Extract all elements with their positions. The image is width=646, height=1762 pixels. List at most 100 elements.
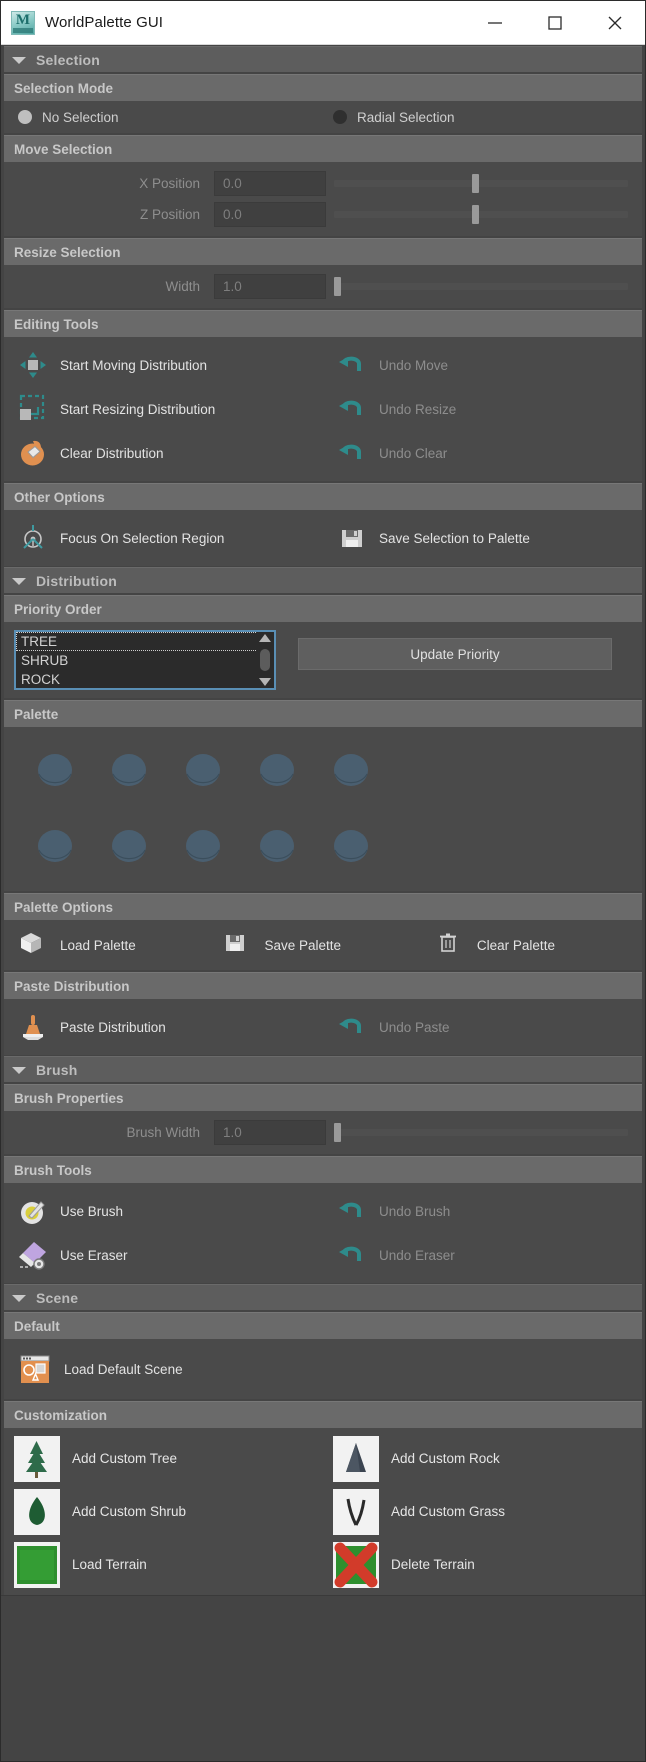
palette-swatch[interactable] [255, 749, 299, 793]
x-position-slider-knob[interactable] [472, 174, 480, 193]
terrain-thumbnail [14, 1541, 60, 1588]
z-position-slider[interactable] [334, 202, 628, 227]
brush-width-input[interactable]: 1.0 [214, 1120, 326, 1145]
undo-arrow-icon [337, 394, 367, 424]
priority-order-listbox[interactable]: TREE SHRUB ROCK [14, 630, 276, 690]
undo-eraser-label: Undo Eraser [379, 1247, 455, 1263]
radio-no-selection[interactable]: No Selection [18, 110, 119, 125]
customization-row-1: Add Custom Tree Add Custom Rock [4, 1432, 642, 1485]
use-eraser-button[interactable]: Use Eraser [4, 1233, 128, 1277]
palette-swatch[interactable] [181, 825, 225, 869]
width-slider-knob[interactable] [334, 277, 341, 296]
x-position-slider[interactable] [334, 171, 628, 196]
x-position-input[interactable]: 0.0 [214, 171, 326, 196]
scroll-up-arrow-icon[interactable] [259, 634, 271, 642]
load-palette-button[interactable]: Load Palette [4, 926, 216, 964]
frame-distribution[interactable]: Distribution [4, 567, 642, 593]
scroll-down-arrow-icon[interactable] [259, 678, 271, 686]
field-z-position: Z Position 0.0 [4, 199, 642, 230]
close-button[interactable] [585, 1, 645, 44]
stamp-icon [18, 1012, 48, 1042]
palette-swatch[interactable] [329, 825, 373, 869]
radio-radial-selection[interactable]: Radial Selection [333, 110, 455, 125]
delete-terrain-button[interactable]: Delete Terrain [323, 1541, 642, 1588]
load-palette-label: Load Palette [60, 937, 136, 953]
save-palette-button[interactable]: Save Palette [216, 926, 428, 964]
frame-brush[interactable]: Brush [4, 1056, 642, 1082]
section-palette: Palette [4, 700, 642, 727]
load-default-scene-label: Load Default Scene [64, 1361, 183, 1377]
undo-eraser-button[interactable]: Undo Eraser [323, 1233, 455, 1277]
palette-swatch-row [4, 797, 642, 873]
brush-width-slider[interactable] [334, 1120, 628, 1145]
paste-distribution-label: Paste Distribution [60, 1019, 166, 1035]
priority-item-rock[interactable]: ROCK [16, 670, 274, 688]
save-selection-to-palette-button[interactable]: Save Selection to Palette [323, 516, 530, 560]
z-position-slider-knob[interactable] [472, 205, 480, 224]
undo-resize-button[interactable]: Undo Resize [323, 387, 456, 431]
palette-swatch[interactable] [33, 825, 77, 869]
section-customization-label: Customization [14, 1407, 107, 1423]
scrollbar-thumb[interactable] [260, 649, 270, 671]
default-scene-icon [18, 1352, 52, 1386]
priority-listbox-scrollbar[interactable] [256, 632, 274, 688]
update-priority-button[interactable]: Update Priority [298, 638, 612, 670]
frame-scene[interactable]: Scene [4, 1284, 642, 1310]
load-terrain-button[interactable]: Load Terrain [4, 1541, 323, 1588]
paste-distribution-button[interactable]: Paste Distribution [4, 1005, 166, 1049]
minimize-button[interactable] [465, 1, 525, 44]
maximize-button[interactable] [525, 1, 585, 44]
palette-swatch[interactable] [181, 749, 225, 793]
section-default: Default [4, 1312, 642, 1339]
add-custom-rock-button[interactable]: Add Custom Rock [323, 1435, 642, 1482]
width-input[interactable]: 1.0 [214, 274, 326, 299]
palette-swatch[interactable] [107, 749, 151, 793]
undo-clear-button[interactable]: Undo Clear [323, 431, 447, 475]
palette-swatch-grid [4, 733, 642, 885]
load-default-scene-button[interactable]: Load Default Scene [4, 1347, 183, 1391]
palette-swatch-row [4, 745, 642, 797]
width-slider[interactable] [334, 274, 628, 299]
field-width: Width 1.0 [4, 271, 642, 302]
priority-item-tree[interactable]: TREE [16, 632, 274, 651]
use-eraser-label: Use Eraser [60, 1247, 128, 1263]
cube-load-icon [18, 930, 48, 960]
section-selection-mode: Selection Mode [4, 74, 642, 101]
add-custom-tree-button[interactable]: Add Custom Tree [4, 1435, 323, 1482]
grass-thumbnail [333, 1488, 379, 1535]
radio-radial-selection-dot [333, 110, 347, 124]
undo-move-button[interactable]: Undo Move [323, 343, 448, 387]
start-moving-distribution-button[interactable]: Start Moving Distribution [4, 343, 207, 387]
frame-selection[interactable]: Selection [4, 46, 642, 72]
add-custom-shrub-button[interactable]: Add Custom Shrub [4, 1488, 323, 1535]
undo-arrow-icon [337, 1012, 367, 1042]
section-other-options-label: Other Options [14, 489, 105, 505]
clear-distribution-button[interactable]: Clear Distribution [4, 431, 164, 475]
priority-item-shrub[interactable]: SHRUB [16, 651, 274, 670]
section-brush-properties: Brush Properties [4, 1084, 642, 1111]
scene-default-panel: Load Default Scene [4, 1339, 642, 1399]
section-palette-options-label: Palette Options [14, 899, 114, 915]
undo-brush-button[interactable]: Undo Brush [323, 1189, 450, 1233]
frame-brush-label: Brush [36, 1061, 78, 1078]
undo-resize-label: Undo Resize [379, 401, 457, 417]
undo-paste-button[interactable]: Undo Paste [323, 1005, 450, 1049]
trash-icon [435, 930, 465, 960]
section-paste-distribution: Paste Distribution [4, 972, 642, 999]
field-brush-width: Brush Width 1.0 [4, 1117, 642, 1148]
shrub-thumbnail [14, 1488, 60, 1535]
palette-swatch[interactable] [329, 749, 373, 793]
palette-swatch[interactable] [107, 825, 151, 869]
palette-swatch[interactable] [33, 749, 77, 793]
z-position-input[interactable]: 0.0 [214, 202, 326, 227]
start-moving-distribution-label: Start Moving Distribution [60, 357, 208, 373]
focus-on-selection-region-button[interactable]: Focus On Selection Region [4, 516, 224, 560]
palette-swatch[interactable] [255, 825, 299, 869]
brush-width-slider-knob[interactable] [334, 1123, 341, 1142]
add-custom-grass-button[interactable]: Add Custom Grass [323, 1488, 642, 1535]
use-brush-button[interactable]: Use Brush [4, 1189, 123, 1233]
save-selection-to-palette-label: Save Selection to Palette [379, 530, 530, 546]
panel-body: Selection Selection Mode No Selection Ra… [1, 45, 645, 1761]
start-resizing-distribution-button[interactable]: Start Resizing Distribution [4, 387, 215, 431]
clear-palette-button[interactable]: Clear Palette [429, 926, 641, 964]
